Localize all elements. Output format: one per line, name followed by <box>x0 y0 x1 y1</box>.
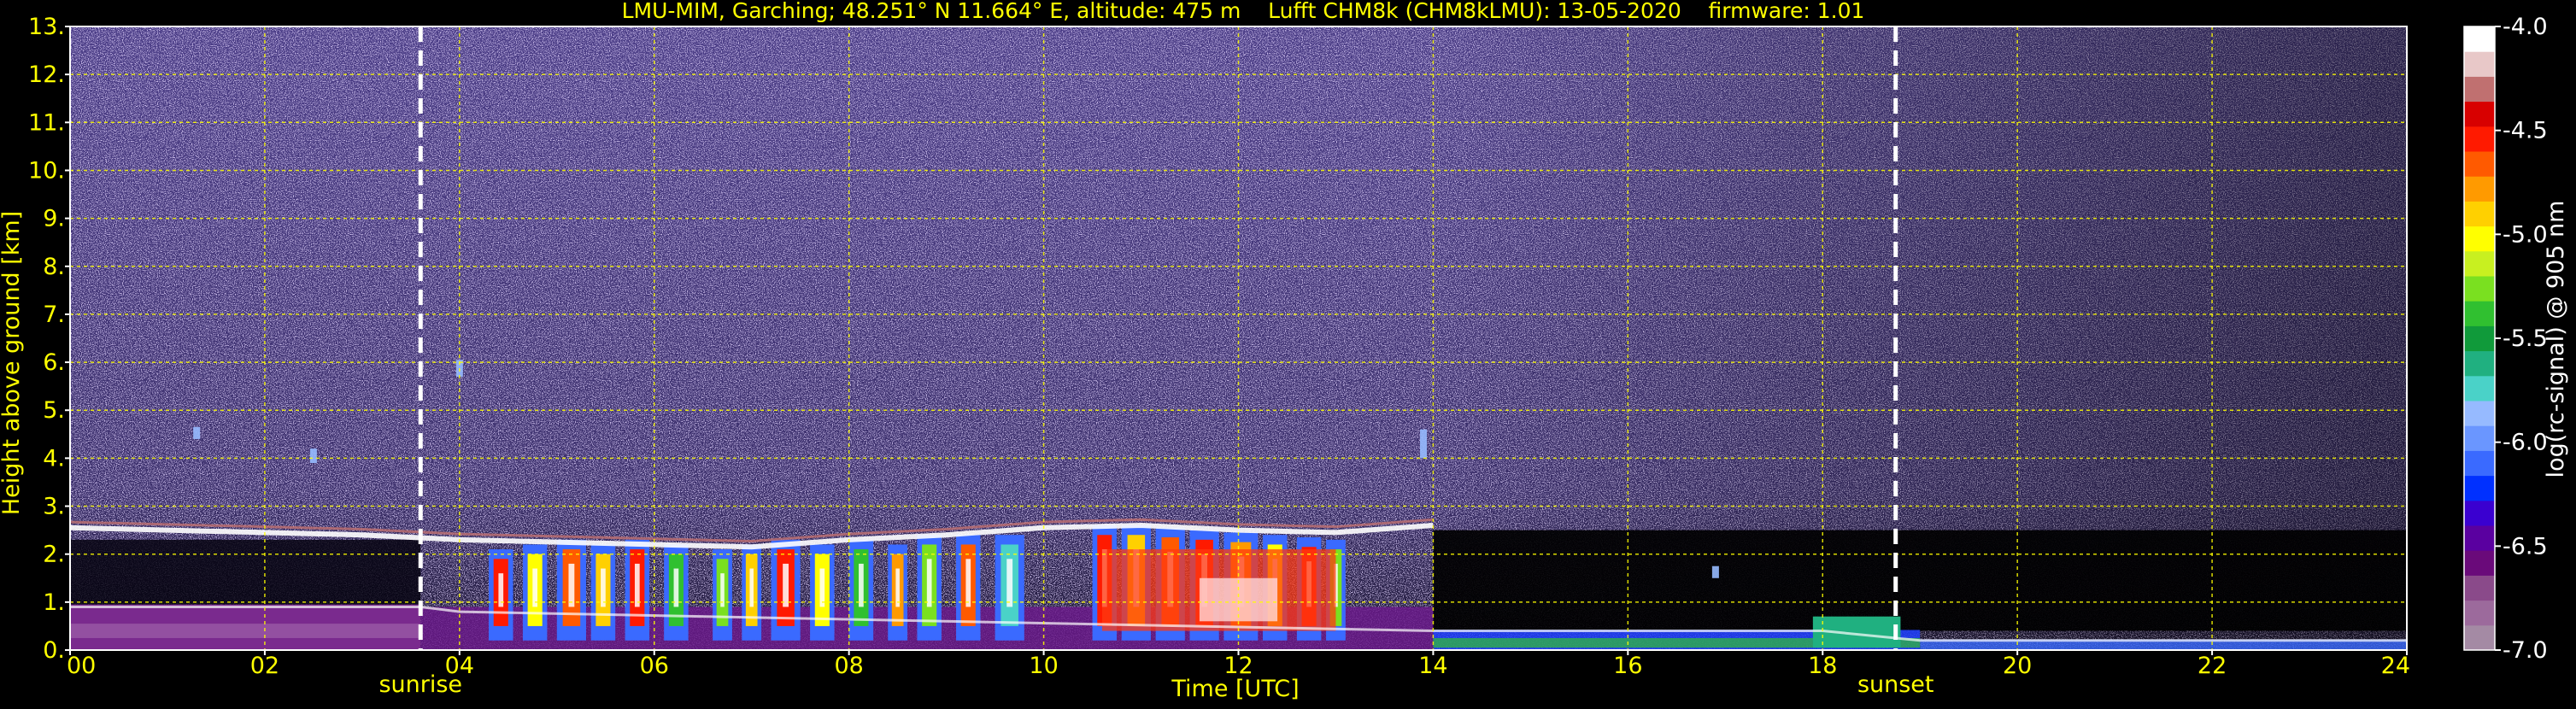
colorbar-segment <box>2464 250 2495 277</box>
colorbar-segment <box>2464 375 2495 401</box>
colorbar-segment <box>2464 550 2495 576</box>
colorbar-segment <box>2464 450 2495 477</box>
colorbar-tick-label: -5.5 <box>2503 325 2548 352</box>
residual-layer-inner <box>70 624 421 638</box>
x-tick-label: 24 <box>2381 653 2410 679</box>
x-tick-label: 18 <box>1808 653 1837 679</box>
x-tick-label: 22 <box>2198 653 2227 679</box>
cloud-peak <box>926 559 932 607</box>
cloud-peak <box>1006 559 1013 607</box>
colorbar-segment <box>2464 176 2495 202</box>
y-tick-label: 4. <box>43 445 65 472</box>
cloud-peak <box>819 568 825 607</box>
aerosol-blob <box>1420 429 1428 459</box>
y-tick-label: 13. <box>28 14 65 40</box>
cloud-peak <box>965 559 971 607</box>
colorbar-tick-label: -4.5 <box>2503 118 2548 144</box>
x-tick-label: 06 <box>640 653 669 679</box>
marker-label-sunset: sunset <box>1857 671 1934 698</box>
cloud-peak <box>783 563 789 607</box>
x-tick-label: 10 <box>1029 653 1058 679</box>
colorbar-segment <box>2464 301 2495 326</box>
y-tick-label: 10. <box>28 157 65 184</box>
x-axis-label: Time [UTC] <box>1171 676 1299 702</box>
y-tick-label: 7. <box>43 302 65 328</box>
colorbar-tick-label: -4.0 <box>2503 14 2548 40</box>
aerosol-blob <box>193 426 201 439</box>
x-tick-label: 20 <box>2003 653 2032 679</box>
colorbar-segment <box>2464 575 2495 601</box>
x-tick-label: 14 <box>1418 653 1447 679</box>
colorbar-tick-label: -7.0 <box>2503 637 2548 664</box>
aerosol-blob <box>309 448 317 463</box>
cloud-peak <box>859 563 864 607</box>
y-tick-label: 6. <box>43 349 65 376</box>
colorbar-segment <box>2464 600 2495 626</box>
cloud-peak <box>673 568 679 607</box>
colorbar-tick-label: -5.0 <box>2503 221 2548 248</box>
colorbar-segment <box>2464 151 2495 177</box>
cloud-peak <box>568 563 575 607</box>
y-axis-label: Height above ground [km] <box>0 211 25 515</box>
x-tick-label: 08 <box>834 653 863 679</box>
night-residual-gap <box>70 539 421 605</box>
colorbar-segment <box>2464 624 2495 651</box>
y-tick-label: 11. <box>28 109 65 136</box>
cloud-peak <box>749 568 754 607</box>
y-tick-label: 3. <box>43 494 65 520</box>
x-tick-label: 16 <box>1613 653 1642 679</box>
colorbar-segment <box>2464 401 2495 426</box>
colorbar-label: log(rc-signal) @ 905 nm <box>2543 201 2569 478</box>
colorbar-segment <box>2464 325 2495 352</box>
cloud-peak <box>895 568 900 607</box>
x-tick-label: 02 <box>250 653 279 679</box>
colorbar-tick-label: -6.5 <box>2503 533 2548 560</box>
colorbar-segment <box>2464 525 2495 551</box>
colorbar-segment <box>2464 51 2495 77</box>
y-tick-label: 2. <box>43 542 65 568</box>
colorbar-segment <box>2464 201 2495 227</box>
colorbar-tick-label: -6.0 <box>2503 430 2548 456</box>
colorbar-segment <box>2464 475 2495 501</box>
colorbar-segment <box>2464 226 2495 252</box>
colorbar-segment <box>2464 500 2495 526</box>
colorbar-segment <box>2464 126 2495 152</box>
aerosol-blob <box>1711 565 1719 578</box>
colorbar-segment <box>2464 425 2495 451</box>
cloud-peak <box>601 568 606 607</box>
clear-layer <box>1433 530 2407 631</box>
x-tick-label: 04 <box>445 653 474 679</box>
colorbar-segment <box>2464 101 2495 127</box>
y-tick-label: 8. <box>43 254 65 280</box>
colorbar-segment <box>2464 276 2495 302</box>
cloud-peak <box>634 563 640 607</box>
colorbar-segment <box>2464 26 2495 52</box>
colorbar-segment <box>2464 76 2495 103</box>
chart-title: LMU-MIM, Garching; 48.251° N 11.664° E, … <box>622 0 1865 23</box>
chart-svg: sunrise sunset 00 02 04 06 08 10 12 14 16 18 20 22 24… <box>0 0 2569 702</box>
y-tick-label: 0. <box>43 637 65 664</box>
y-tick-label: 12. <box>28 62 65 88</box>
x-tick-label: 00 <box>67 653 96 679</box>
y-tick-label: 5. <box>43 397 65 424</box>
y-tick-label: 1. <box>43 589 65 616</box>
cloud-peak <box>532 568 537 607</box>
y-tick-label: 9. <box>43 206 65 232</box>
colorbar-segment <box>2464 350 2495 377</box>
ceilometer-plot: sunrise sunset 00 02 04 06 08 10 12 14 16 18 20 22 24… <box>0 0 2576 706</box>
colorbar: -4.0 -4.5 -5.0 -5.5 -6.0 -6.5 -7.0 <box>2463 14 2548 664</box>
